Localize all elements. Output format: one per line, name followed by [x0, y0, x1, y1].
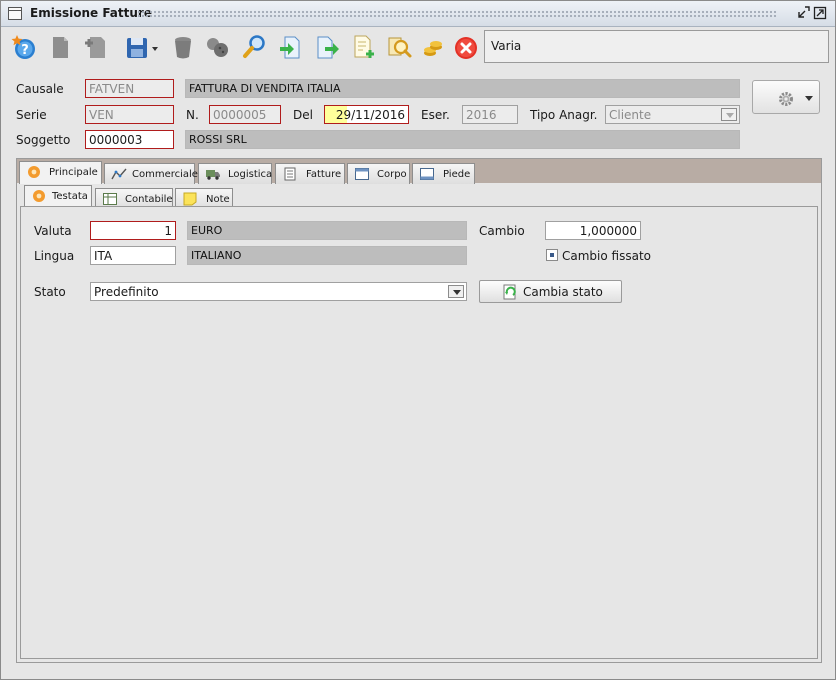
lingua-label: Lingua: [34, 249, 75, 263]
document-icon[interactable]: [46, 33, 74, 61]
coins-icon[interactable]: [419, 33, 447, 61]
lingua-code-field[interactable]: ITA: [90, 246, 176, 265]
tab-fatture[interactable]: Fatture: [275, 163, 345, 184]
tab-piede[interactable]: Piede: [412, 163, 475, 184]
soggetto-description: ROSSI SRL: [185, 130, 740, 149]
window-icon: [8, 7, 22, 20]
chart-line-icon: [111, 168, 127, 180]
truck-icon: [206, 170, 220, 180]
note-icon: [183, 192, 197, 206]
list-icon: [284, 167, 296, 181]
tab-principale[interactable]: Principale: [19, 161, 102, 184]
refresh-document-icon: [503, 284, 516, 300]
tipo-anagr-label: Tipo Anagr.: [530, 108, 598, 122]
window-icon: [355, 168, 369, 180]
cambio-fissato-checkbox[interactable]: [546, 249, 558, 261]
svg-text:?: ?: [21, 43, 29, 58]
chevron-down-icon[interactable]: [721, 108, 737, 121]
lingua-description: ITALIANO: [187, 246, 467, 265]
varia-field[interactable]: Varia: [484, 30, 829, 63]
soggetto-label: Soggetto: [16, 133, 71, 147]
stato-value: Predefinito: [94, 285, 159, 299]
causale-code-field[interactable]: FATVEN: [85, 79, 174, 98]
close-circle-icon[interactable]: [452, 33, 480, 61]
stato-label: Stato: [34, 285, 66, 299]
cookies-icon[interactable]: [203, 33, 231, 61]
gear-icon: [779, 92, 793, 106]
del-label: Del: [293, 108, 313, 122]
cambio-label: Cambio: [479, 224, 525, 238]
valuta-description: EURO: [187, 221, 467, 240]
numero-field[interactable]: 0000005: [209, 105, 281, 124]
trash-icon[interactable]: [169, 33, 197, 61]
new-document-icon[interactable]: [82, 33, 110, 61]
save-floppy-icon[interactable]: [124, 33, 162, 61]
window-footer-icon: [420, 168, 434, 180]
serie-label: Serie: [16, 108, 47, 122]
causale-description: FATTURA DI VENDITA ITALIA: [185, 79, 740, 98]
causale-label: Causale: [16, 82, 64, 96]
tipo-anagr-select[interactable]: Cliente: [605, 105, 740, 124]
find-user-icon[interactable]: [385, 33, 413, 61]
eser-label: Eser.: [421, 108, 450, 122]
tab-testata[interactable]: Testata: [24, 185, 92, 208]
soggetto-code-field[interactable]: 0000003: [85, 130, 174, 149]
title-bar[interactable]: Emissione Fatture: [1, 1, 835, 27]
cambia-stato-button[interactable]: Cambia stato: [479, 280, 622, 303]
testata-panel: [20, 206, 818, 659]
maximize-icon[interactable]: [813, 6, 827, 20]
serie-code-field[interactable]: VEN: [85, 105, 174, 124]
valuta-code-field[interactable]: 1: [90, 221, 176, 240]
asterisk-icon: [28, 166, 40, 178]
window-title: Emissione Fatture: [30, 6, 152, 20]
chevron-down-icon[interactable]: [448, 285, 464, 298]
export-arrow-icon[interactable]: [313, 33, 341, 61]
title-grip: [137, 10, 777, 18]
caret-down-icon: [805, 96, 813, 101]
valuta-label: Valuta: [34, 224, 72, 238]
table-icon: [103, 193, 117, 205]
cambio-field[interactable]: 1,000000: [545, 221, 641, 240]
restore-icon[interactable]: [796, 6, 810, 20]
tab-commerciale[interactable]: Commerciale: [104, 163, 198, 184]
stato-select[interactable]: Predefinito: [90, 282, 467, 301]
help-star-icon[interactable]: ?: [10, 33, 38, 61]
settings-menu-button[interactable]: [752, 80, 820, 114]
date-field[interactable]: 29/11/2016: [324, 105, 409, 124]
esercizio-field[interactable]: 2016: [462, 105, 518, 124]
add-document-icon[interactable]: [349, 33, 377, 61]
cambio-fissato-label: Cambio fissato: [562, 249, 651, 263]
tab-corpo[interactable]: Corpo: [347, 163, 410, 184]
emissione-fatture-window: Emissione Fatture ? Varia Causale FATVEN…: [0, 0, 836, 680]
tipo-anagr-value: Cliente: [609, 108, 652, 122]
numero-label: N.: [186, 108, 199, 122]
search-magnifier-icon[interactable]: [240, 33, 268, 61]
import-arrow-icon[interactable]: [276, 33, 304, 61]
asterisk-icon: [33, 190, 45, 202]
tab-logistica[interactable]: Logistica: [198, 163, 272, 184]
